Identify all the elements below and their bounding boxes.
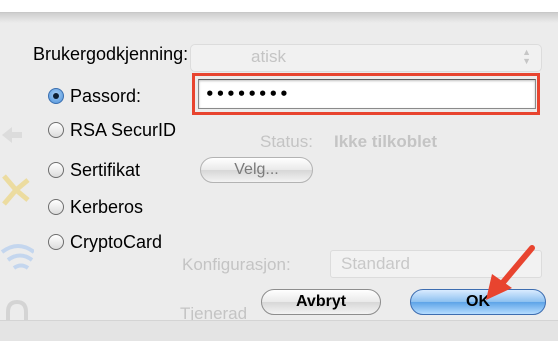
radio-label-rsa-securid: RSA SecurID <box>70 120 177 140</box>
wifi-icon <box>0 244 34 270</box>
popup-arrows-icon: ▲ ▼ <box>522 47 531 66</box>
radio-option-cryptocard[interactable]: CryptoCard <box>48 230 162 254</box>
network-arrows-icon <box>2 127 22 143</box>
radio-selected-icon[interactable] <box>48 88 64 104</box>
auth-heading: Brukergodkjenning: <box>33 44 189 64</box>
radio-option-rsa-securid[interactable]: RSA SecurID <box>48 118 176 142</box>
choose-certificate-button[interactable]: Velg... <box>200 157 313 183</box>
background-config-label: Konfigurasjon: <box>182 255 291 274</box>
background-status-label: Status: <box>260 132 313 151</box>
sheet-shadow <box>0 13 558 23</box>
background-popup-menu: atisk ▲ ▼ <box>190 44 542 72</box>
radio-label-kerberos: Kerberos <box>70 197 144 217</box>
password-field[interactable]: •••••••• <box>198 79 536 109</box>
radio-option-kerberos[interactable]: Kerberos <box>48 195 143 219</box>
background-popup-text: atisk <box>251 47 286 66</box>
radio-option-password[interactable]: Passord: <box>48 84 141 108</box>
radio-option-certificate[interactable]: Sertifikat <box>48 158 140 182</box>
radio-unselected-icon[interactable] <box>48 162 64 178</box>
background-config-value: Standard <box>341 254 410 273</box>
radio-unselected-icon[interactable] <box>48 234 64 250</box>
radio-unselected-icon[interactable] <box>48 199 64 215</box>
background-footer <box>0 320 558 341</box>
radio-label-password: Passord: <box>70 86 142 106</box>
background-status-value: Ikke tilkoblet <box>334 132 437 151</box>
lock-icon <box>6 300 28 320</box>
annotation-arrow-icon <box>486 245 535 300</box>
window-top-edge <box>0 0 558 13</box>
radio-label-cryptocard: CryptoCard <box>70 232 163 252</box>
bluetooth-icon <box>2 174 30 206</box>
radio-label-certificate: Sertifikat <box>70 160 141 180</box>
cancel-button[interactable]: Avbryt <box>261 289 381 315</box>
radio-unselected-icon[interactable] <box>48 122 64 138</box>
